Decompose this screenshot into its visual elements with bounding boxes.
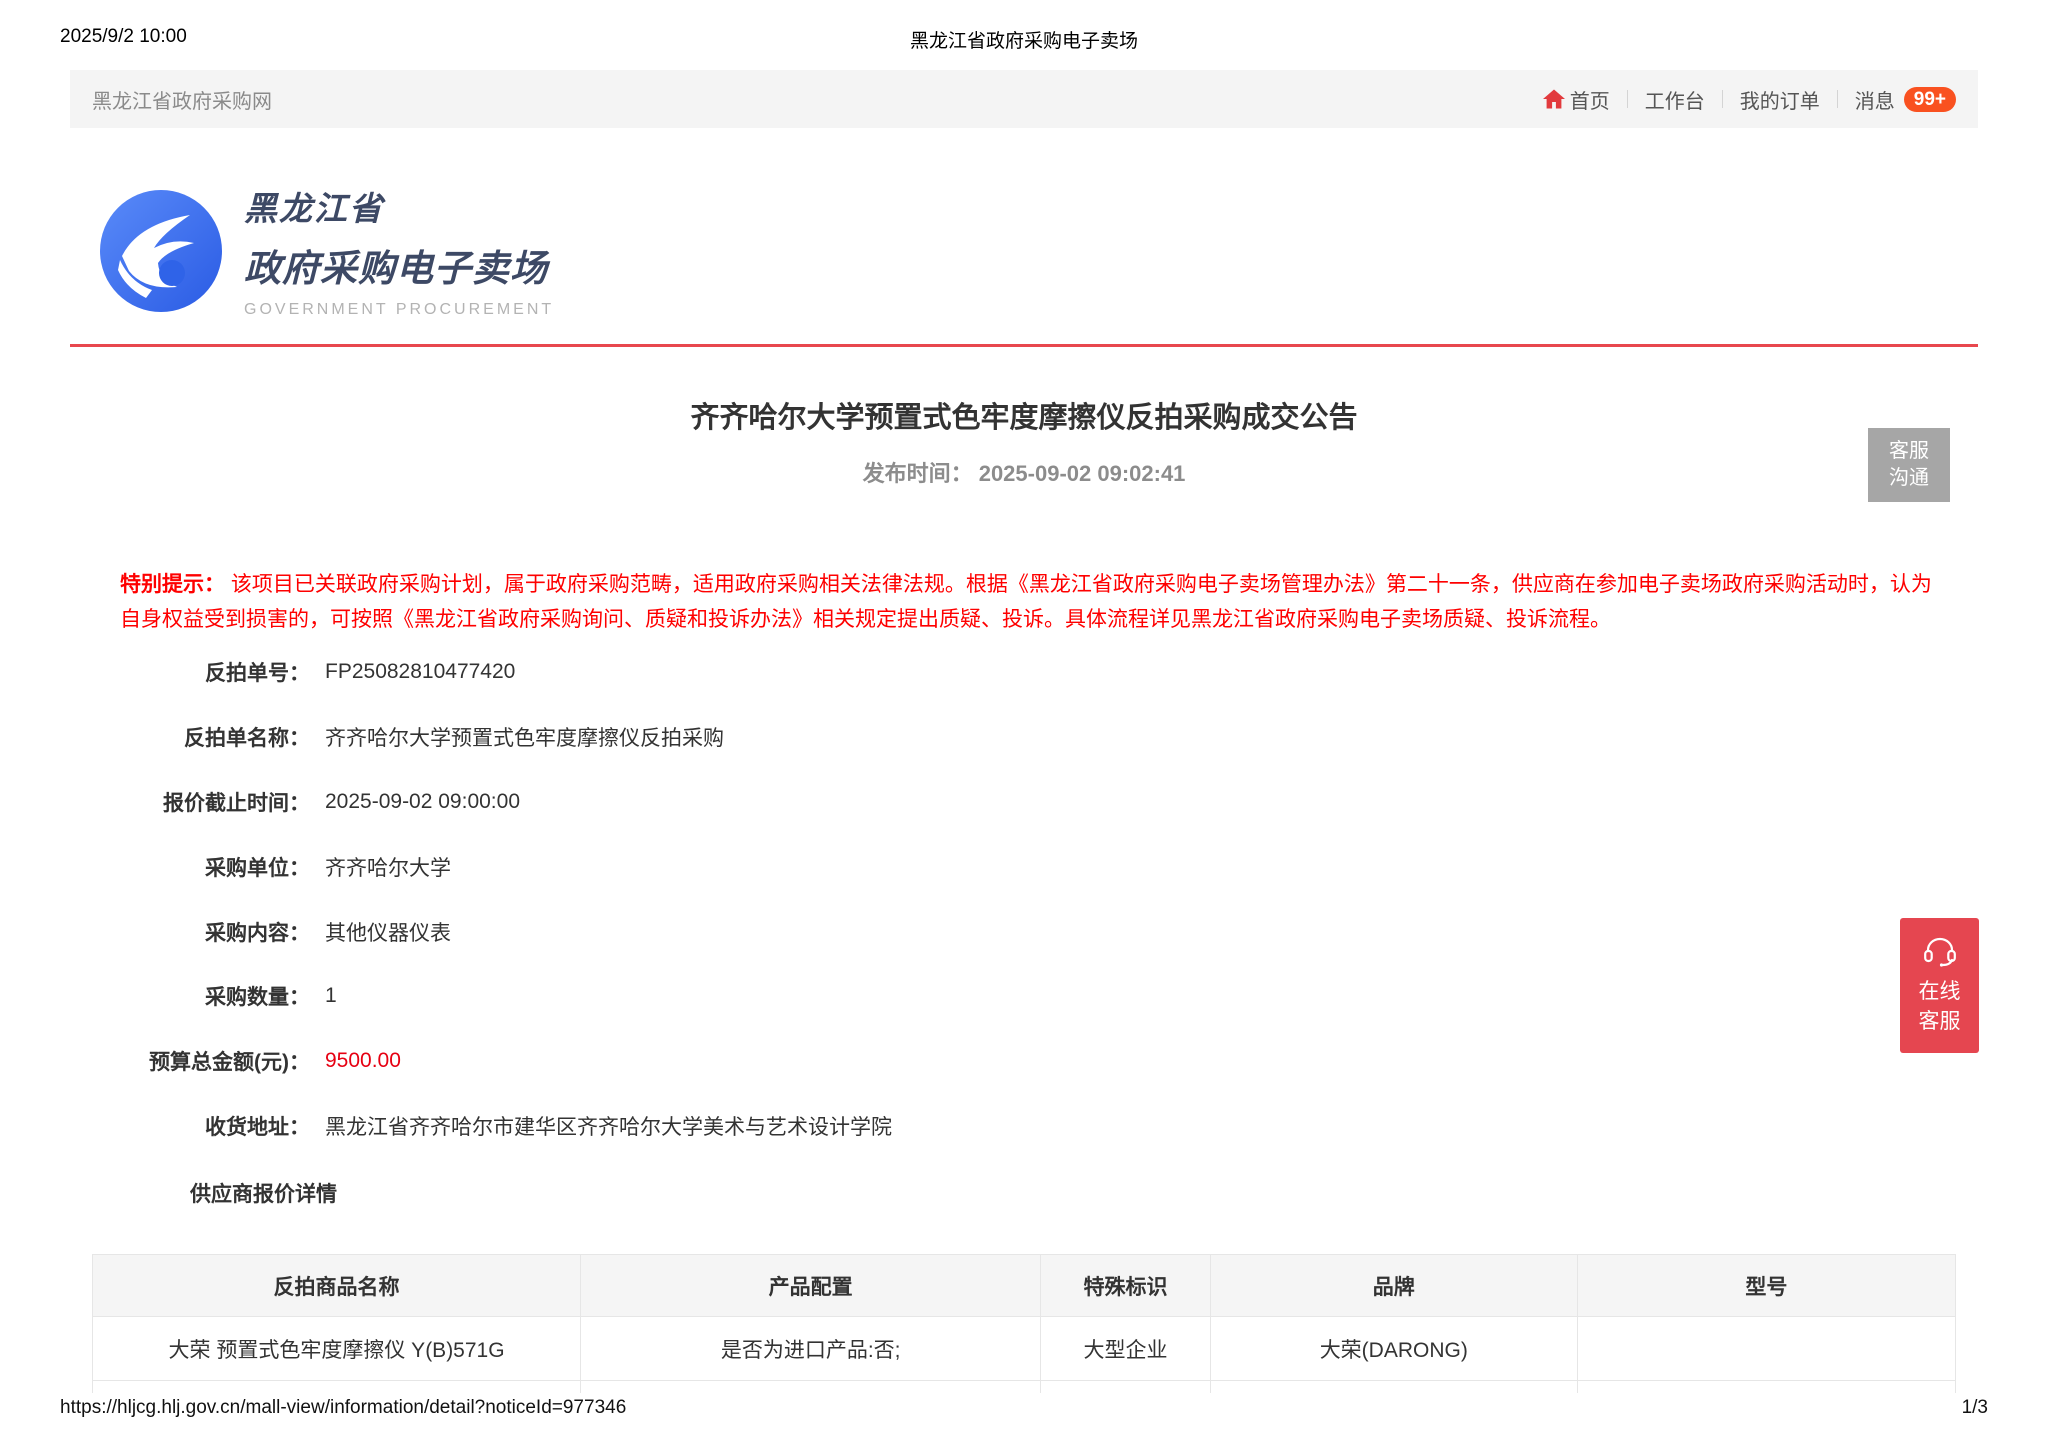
cell-product-config: 是否为进口产品:否; <box>581 1317 1041 1381</box>
notice-title: 齐齐哈尔大学预置式色牢度摩擦仪反拍采购成交公告 <box>0 394 2048 436</box>
col-header-product-name: 反拍商品名称 <box>93 1255 581 1317</box>
chat-line: 沟通 <box>1889 465 1929 492</box>
field-value: 齐齐哈尔大学预置式色牢度摩擦仪反拍采购 <box>325 722 724 752</box>
site-name-link[interactable]: 黑龙江省政府采购网 <box>92 85 272 114</box>
field-value: 1 <box>325 984 337 1008</box>
field-value: 其他仪器仪表 <box>325 917 451 947</box>
dragon-logo-icon <box>100 190 222 312</box>
logo-line3: GOVERNMENT PROCUREMENT <box>244 301 554 319</box>
col-header-special-mark: 特殊标识 <box>1041 1255 1211 1317</box>
cell-special-mark: 大型企业 <box>1041 1317 1211 1381</box>
nav-item-my-orders[interactable]: 我的订单 <box>1740 85 1820 114</box>
field-value: 黑龙江省齐齐哈尔市建华区齐齐哈尔大学美术与艺术设计学院 <box>325 1111 892 1141</box>
cell-product-name: 大荣 预置式色牢度摩擦仪 Y(B)571G <box>93 1317 581 1381</box>
nav-divider <box>1722 90 1723 108</box>
online-service-label: 客服 <box>1919 1007 1961 1037</box>
budget-amount-value: 9500.00 <box>325 1049 401 1073</box>
chat-line: 客服 <box>1889 438 1929 465</box>
logo-line1: 黑龙江省 <box>244 182 554 230</box>
nav-item-messages[interactable]: 消息 99+ <box>1855 85 1956 114</box>
home-icon <box>1542 87 1566 111</box>
table-row-partial <box>93 1381 1956 1393</box>
message-count-badge: 99+ <box>1904 87 1956 112</box>
supplier-quote-table: 反拍商品名称 产品配置 特殊标识 品牌 型号 大荣 预置式色牢度摩擦仪 Y(B)… <box>92 1254 1956 1393</box>
field-row-quantity: 采购数量： 1 <box>0 964 2048 1029</box>
print-footer-url: https://hljcg.hlj.gov.cn/mall-view/infor… <box>60 1397 626 1419</box>
table-row: 大荣 预置式色牢度摩擦仪 Y(B)571G 是否为进口产品:否; 大型企业 大荣… <box>93 1317 1956 1381</box>
special-notice-text: 该项目已关联政府采购计划，属于政府采购范畴，适用政府采购相关法律法规。根据《黑龙… <box>120 573 1932 631</box>
nav-links: 首页 工作台 我的订单 消息 99+ <box>1542 85 1956 114</box>
col-header-product-config: 产品配置 <box>581 1255 1041 1317</box>
notice-detail-fields: 反拍单号： FP25082810477420 反拍单名称： 齐齐哈尔大学预置式色… <box>0 640 2048 1158</box>
cell-brand: 大荣(DARONG) <box>1210 1317 1577 1381</box>
field-label: 反拍单名称： <box>0 722 310 752</box>
field-row-quote-deadline: 报价截止时间： 2025-09-02 09:00:00 <box>0 770 2048 835</box>
headset-icon <box>1923 935 1957 967</box>
field-value: 齐齐哈尔大学 <box>325 852 451 882</box>
field-label: 采购内容： <box>0 917 310 947</box>
online-service-label: 在线 <box>1919 977 1961 1007</box>
nav-item-label: 消息 <box>1855 85 1895 114</box>
nav-item-label: 首页 <box>1570 85 1610 114</box>
top-navbar: 黑龙江省政府采购网 首页 工作台 我的订单 消息 99+ <box>70 70 1978 128</box>
nav-item-label: 工作台 <box>1645 85 1705 114</box>
field-label: 收货地址： <box>0 1111 310 1141</box>
table-header-row: 反拍商品名称 产品配置 特殊标识 品牌 型号 <box>93 1255 1956 1317</box>
cell-model <box>1577 1317 1955 1381</box>
field-row-order-name: 反拍单名称： 齐齐哈尔大学预置式色牢度摩擦仪反拍采购 <box>0 705 2048 770</box>
field-label: 采购数量： <box>0 981 310 1011</box>
col-header-brand: 品牌 <box>1210 1255 1577 1317</box>
online-customer-service-button[interactable]: 在线 客服 <box>1900 918 1979 1053</box>
site-logo: 黑龙江省 政府采购电子卖场 GOVERNMENT PROCUREMENT <box>100 182 554 319</box>
logo-line2: 政府采购电子卖场 <box>244 238 554 292</box>
field-label: 报价截止时间： <box>0 787 310 817</box>
customer-service-chat-button[interactable]: 客服 沟通 <box>1868 428 1950 502</box>
logo-text: 黑龙江省 政府采购电子卖场 GOVERNMENT PROCUREMENT <box>244 182 554 319</box>
nav-item-home[interactable]: 首页 <box>1542 85 1610 114</box>
field-row-content: 采购内容： 其他仪器仪表 <box>0 899 2048 964</box>
field-row-purchaser: 采购单位： 齐齐哈尔大学 <box>0 834 2048 899</box>
field-label: 采购单位： <box>0 852 310 882</box>
special-notice-label: 特别提示： <box>120 573 225 596</box>
field-label: 反拍单号： <box>0 657 310 687</box>
publish-time-label: 发布时间： <box>863 461 973 486</box>
field-row-delivery-address: 收货地址： 黑龙江省齐齐哈尔市建华区齐齐哈尔大学美术与艺术设计学院 <box>0 1094 2048 1159</box>
supplier-quote-section-heading: 供应商报价详情 <box>190 1178 337 1208</box>
nav-item-workbench[interactable]: 工作台 <box>1645 85 1705 114</box>
field-value: 2025-09-02 09:00:00 <box>325 790 520 814</box>
special-notice-paragraph: 特别提示： 该项目已关联政府采购计划，属于政府采购范畴，适用政府采购相关法律法规… <box>120 568 1932 637</box>
print-page-title: 黑龙江省政府采购电子卖场 <box>0 26 2048 53</box>
nav-item-label: 我的订单 <box>1740 85 1820 114</box>
publish-time: 发布时间： 2025-09-02 09:02:41 <box>0 456 2048 488</box>
field-value: FP25082810477420 <box>325 660 515 684</box>
col-header-model: 型号 <box>1577 1255 1955 1317</box>
nav-divider <box>1627 90 1628 108</box>
field-row-order-no: 反拍单号： FP25082810477420 <box>0 640 2048 705</box>
field-row-budget: 预算总金额(元)： 9500.00 <box>0 1029 2048 1094</box>
red-divider-line <box>70 344 1978 347</box>
field-label: 预算总金额(元)： <box>0 1046 310 1076</box>
publish-time-value: 2025-09-02 09:02:41 <box>979 461 1186 486</box>
print-page-number: 1/3 <box>1962 1397 1988 1419</box>
nav-divider <box>1837 90 1838 108</box>
